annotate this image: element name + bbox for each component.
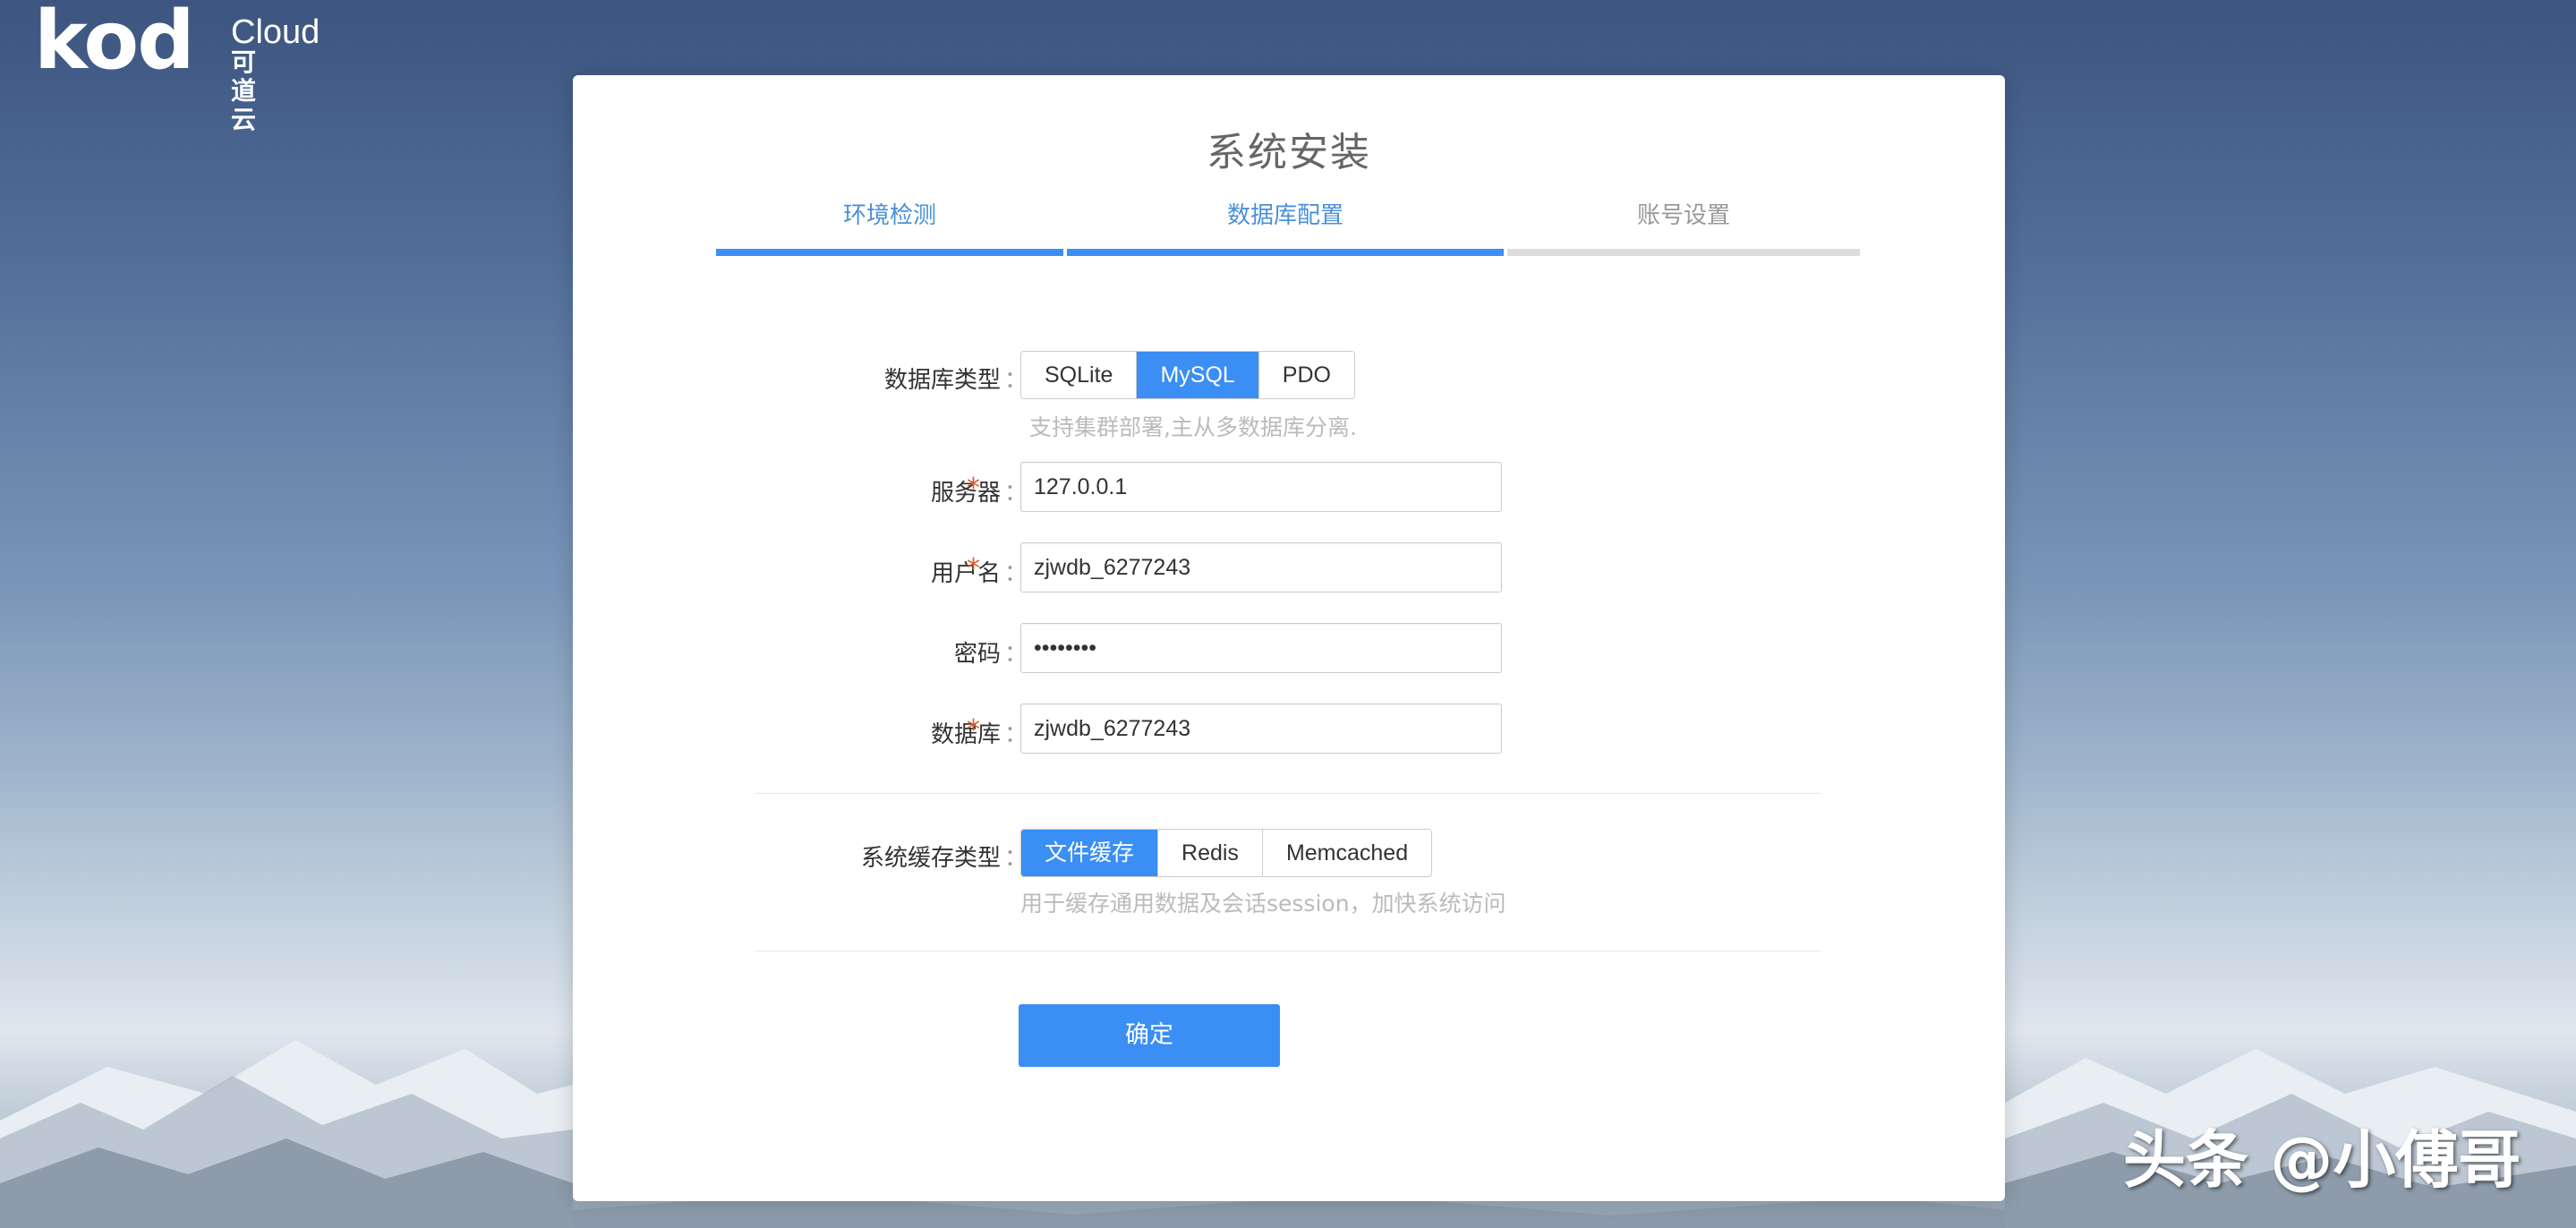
server-input[interactable]: 127.0.0.1: [1020, 462, 1502, 512]
step-env-check[interactable]: 环境检测: [716, 200, 1063, 243]
cache-type-hint: 用于缓存通用数据及会话session，加快系统访问: [1020, 891, 1506, 917]
logo-wordmark: kod: [34, 0, 195, 88]
database-input[interactable]: zjwdb_6277243: [1020, 704, 1502, 754]
confirm-button[interactable]: 确定: [1019, 1004, 1280, 1067]
username-input[interactable]: zjwdb_6277243: [1020, 542, 1502, 593]
required-mark: *: [967, 473, 980, 504]
step-db-config[interactable]: 数据库配置: [1067, 200, 1504, 243]
step-progress-env: [716, 249, 1063, 256]
db-type-label: 数据库类型：: [883, 367, 1028, 394]
divider: [755, 793, 1821, 794]
cache-type-label: 系统缓存类型：: [860, 845, 1028, 872]
step-account-setup[interactable]: 账号设置: [1507, 200, 1860, 243]
step-label: 数据库配置: [1226, 202, 1343, 229]
cache-type-redis-button[interactable]: Redis: [1158, 830, 1263, 876]
install-panel: 系统安装 环境检测 数据库配置 账号设置 数据库类型： SQLite MySQL…: [573, 75, 2005, 1201]
required-mark: *: [967, 714, 980, 746]
step-label: 环境检测: [842, 202, 936, 229]
db-type-selector: SQLite MySQL PDO: [1020, 351, 1355, 399]
db-type-hint: 支持集群部署,主从多数据库分离.: [1029, 414, 1357, 440]
step-progress-db: [1067, 249, 1504, 256]
install-steps: 环境检测 数据库配置 账号设置: [716, 200, 1860, 243]
page-title: 系统安装: [1207, 130, 1371, 175]
watermark-text: 头条 @小傅哥: [2123, 1123, 2521, 1197]
logo-cloud-text: Cloud: [231, 13, 320, 51]
password-label: 密码：: [953, 641, 1028, 668]
db-type-mysql-button[interactable]: MySQL: [1137, 352, 1259, 398]
cache-type-selector: 文件缓存 Redis Memcached: [1020, 829, 1433, 877]
cache-type-memcached-button[interactable]: Memcached: [1262, 830, 1432, 876]
required-mark: *: [967, 553, 980, 584]
password-input[interactable]: ••••••••: [1020, 623, 1502, 673]
db-type-sqlite-button[interactable]: SQLite: [1021, 352, 1138, 398]
step-label: 账号设置: [1636, 202, 1730, 229]
step-progress-account: [1507, 249, 1860, 256]
db-type-pdo-button[interactable]: PDO: [1258, 352, 1354, 398]
logo-chinese-text: 可道云: [231, 47, 259, 134]
cache-type-file-button[interactable]: 文件缓存: [1021, 830, 1159, 876]
